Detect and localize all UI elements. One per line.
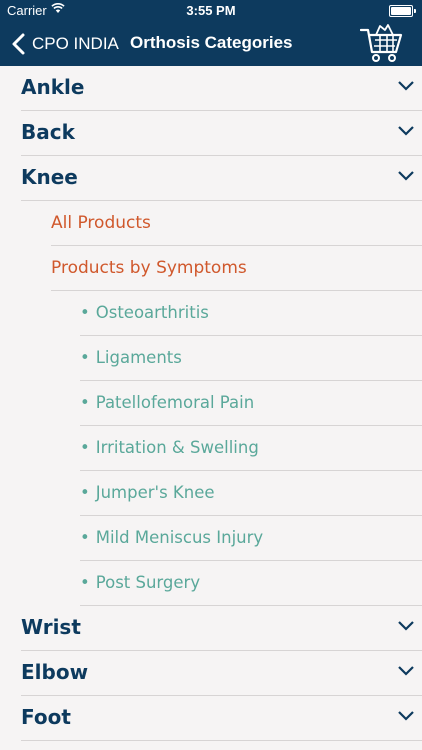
symptom-label: Ligaments — [95, 348, 182, 367]
category-ankle[interactable]: Ankle — [21, 66, 422, 111]
category-elbow[interactable]: Elbow — [21, 651, 422, 696]
symptom-label: Irritation & Swelling — [95, 438, 259, 457]
symptom-label: Jumper's Knee — [95, 483, 215, 502]
bullet-icon: • — [80, 303, 90, 322]
chevron-down-icon — [398, 81, 414, 91]
chevron-down-icon — [398, 171, 414, 181]
symptom-label: Mild Meniscus Injury — [95, 528, 264, 547]
page-title: Orthosis Categories — [130, 33, 293, 52]
category-label: Foot — [21, 705, 71, 729]
chevron-down-icon — [398, 621, 414, 631]
symptom-item[interactable]: • Irritation & Swelling — [80, 426, 422, 471]
back-button-label: CPO INDIA — [32, 34, 119, 53]
symptom-item[interactable]: • Patellofemoral Pain — [80, 381, 422, 426]
subcategory-products-by-symptoms[interactable]: Products by Symptoms — [51, 246, 422, 291]
chevron-down-icon — [398, 711, 414, 721]
chevron-down-icon — [398, 666, 414, 676]
symptom-label: Post Surgery — [95, 573, 201, 592]
symptom-item[interactable]: • Ligaments — [80, 336, 422, 381]
category-label: Back — [21, 120, 75, 144]
symptom-item[interactable]: • Post Surgery — [80, 561, 422, 606]
category-label: Elbow — [21, 660, 89, 684]
bullet-icon: • — [80, 393, 90, 412]
subcategory-label: All Products — [51, 213, 151, 233]
subcategory-label: Products by Symptoms — [51, 258, 247, 278]
bullet-icon: • — [80, 483, 90, 502]
status-bar: Carrier 3:55 PM — [0, 0, 422, 22]
bullet-icon: • — [80, 528, 90, 547]
category-label: Ankle — [21, 75, 85, 99]
cart-icon[interactable] — [360, 24, 404, 64]
category-wrist[interactable]: Wrist — [21, 606, 422, 651]
category-label: Knee — [21, 165, 78, 189]
category-back[interactable]: Back — [21, 111, 422, 156]
symptom-item[interactable]: • Mild Meniscus Injury — [80, 516, 422, 561]
chevron-down-icon — [398, 126, 414, 136]
bullet-icon: • — [80, 573, 90, 592]
back-button[interactable]: CPO INDIA — [8, 32, 119, 56]
chevron-left-icon — [12, 33, 25, 55]
symptom-item[interactable]: • Jumper's Knee — [80, 471, 422, 516]
bullet-icon: • — [80, 438, 90, 457]
bullet-icon: • — [80, 348, 90, 367]
category-label: Wrist — [21, 615, 81, 639]
symptom-label: Patellofemoral Pain — [95, 393, 255, 412]
category-foot[interactable]: Foot — [21, 696, 422, 741]
navigation-bar: CPO INDIA Orthosis Categories — [0, 22, 422, 66]
category-knee[interactable]: Knee — [21, 156, 422, 201]
battery-icon — [389, 5, 416, 17]
subcategory-all-products[interactable]: All Products — [51, 201, 422, 246]
symptom-label: Osteoarthritis — [95, 303, 209, 322]
category-list: Ankle Back Knee All Products Products by… — [0, 66, 422, 741]
clock: 3:55 PM — [186, 3, 236, 18]
symptom-item[interactable]: • Osteoarthritis — [80, 291, 422, 336]
